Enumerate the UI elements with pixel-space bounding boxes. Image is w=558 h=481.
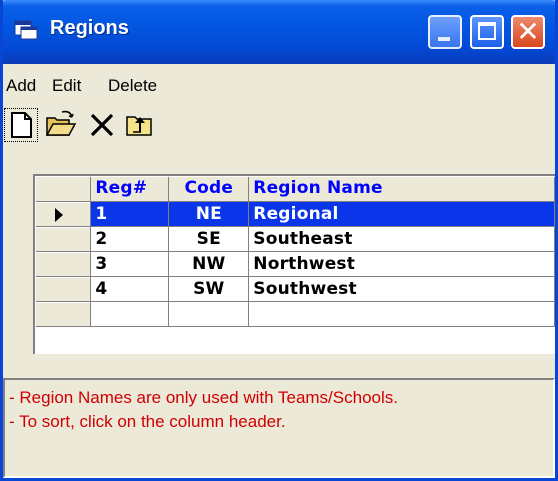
maximize-icon <box>478 22 496 40</box>
up-folder-icon <box>126 116 152 136</box>
menu-edit[interactable]: Edit <box>52 76 81 96</box>
title-bar[interactable]: Regions ✕ <box>3 0 555 64</box>
delete-button[interactable] <box>87 108 121 142</box>
row-selector[interactable] <box>35 276 92 302</box>
new-icon <box>11 112 32 138</box>
open-button[interactable] <box>44 108 78 142</box>
grid-header-row: Reg# Code Region Name <box>35 176 555 354</box>
regions-window: Regions ✕ Add Edit Delete Reg# Code Regi… <box>0 0 558 481</box>
info-line: - To sort, click on the column header. <box>9 412 286 431</box>
current-row-arrow-icon <box>55 207 63 222</box>
maximize-button[interactable] <box>470 15 504 49</box>
window-app-icon <box>14 20 38 40</box>
menu-add[interactable]: Add <box>6 76 36 96</box>
menu-delete[interactable]: Delete <box>108 76 157 96</box>
new-button[interactable] <box>4 108 38 142</box>
row-selector[interactable] <box>35 301 92 327</box>
minimize-icon <box>438 37 450 41</box>
info-panel: - Region Names are only used with Teams/… <box>3 378 555 478</box>
close-icon: ✕ <box>516 15 540 48</box>
minimize-button[interactable] <box>428 15 462 49</box>
info-line: - Region Names are only used with Teams/… <box>9 388 398 407</box>
row-selector[interactable] <box>35 226 92 252</box>
menu-bar: Add Edit Delete <box>3 64 555 98</box>
regions-grid[interactable]: Reg# Code Region Name 1 NE Regional 2 SE… <box>33 174 555 354</box>
open-folder-icon <box>45 110 77 136</box>
delete-x-icon <box>90 113 114 137</box>
row-selector[interactable] <box>35 201 92 227</box>
close-button[interactable]: ✕ <box>511 15 545 49</box>
toolbar <box>3 104 555 150</box>
row-selector-header <box>35 176 555 354</box>
row-selector[interactable] <box>35 251 92 277</box>
window-title: Regions <box>50 17 129 39</box>
up-folder-button[interactable] <box>123 108 157 142</box>
